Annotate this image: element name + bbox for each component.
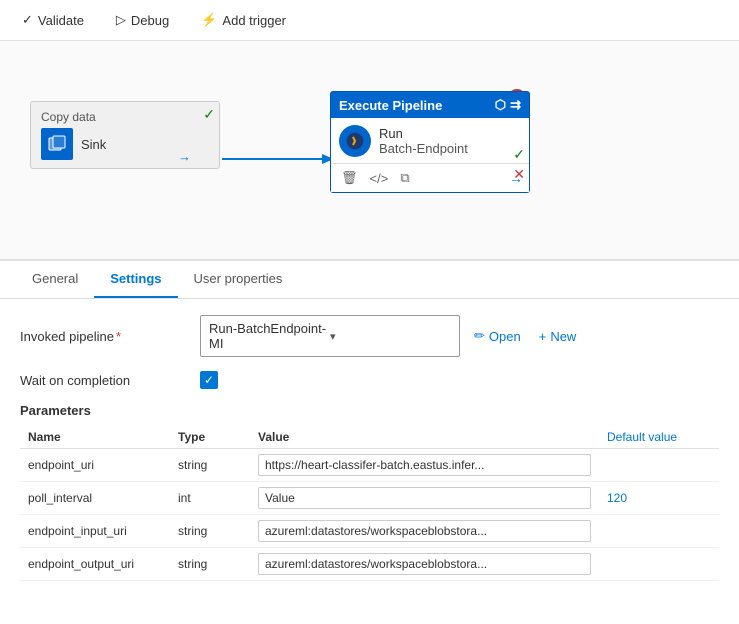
param-value-input[interactable]: azureml:datastores/workspaceblobstora... bbox=[258, 553, 591, 575]
execute-title: Execute Pipeline bbox=[339, 98, 442, 113]
param-type: string bbox=[170, 449, 250, 482]
add-trigger-icon: ⚡ bbox=[201, 12, 217, 28]
param-value-cell: https://heart-classifer-batch.eastus.inf… bbox=[250, 449, 599, 482]
param-value-text: Value bbox=[265, 491, 584, 505]
add-trigger-button[interactable]: ⚡ Add trigger bbox=[195, 8, 292, 32]
table-row: poll_intervalint Value 120 bbox=[20, 482, 719, 515]
execute-node-text: Run Batch-Endpoint bbox=[379, 126, 468, 156]
copy-node-check: ✓ bbox=[203, 106, 215, 123]
execute-body: Run Batch-Endpoint ✓ ✕ bbox=[331, 118, 529, 163]
param-default bbox=[599, 449, 719, 482]
validate-button[interactable]: ✓ Validate bbox=[16, 8, 90, 32]
tabs: General Settings User properties bbox=[0, 261, 739, 299]
wait-completion-checkbox[interactable]: ✓ bbox=[200, 371, 218, 389]
param-value-text: https://heart-classifer-batch.eastus.inf… bbox=[265, 458, 584, 472]
wait-completion-controls: ✓ bbox=[200, 371, 719, 389]
external-link-icon[interactable]: ⬡ bbox=[495, 97, 506, 113]
param-value-input[interactable]: azureml:datastores/workspaceblobstora... bbox=[258, 520, 591, 542]
param-name: endpoint_uri bbox=[20, 449, 170, 482]
delete-node-button[interactable]: 🗑 bbox=[337, 168, 362, 188]
param-value-input[interactable]: Value bbox=[258, 487, 591, 509]
wait-on-completion-row: Wait on completion ✓ bbox=[20, 371, 719, 389]
execute-check: ✓ bbox=[513, 146, 525, 163]
invoked-pipeline-label: Invoked pipeline* bbox=[20, 329, 200, 344]
copy-data-node[interactable]: Copy data Sink ✓ → bbox=[30, 101, 220, 169]
tab-user-properties[interactable]: User properties bbox=[178, 261, 299, 298]
param-value-text: azureml:datastores/workspaceblobstora... bbox=[265, 557, 584, 571]
validate-label: Validate bbox=[38, 13, 84, 28]
copy-node-title: Copy data bbox=[41, 110, 209, 124]
execute-error: ✕ bbox=[513, 166, 525, 183]
code-node-button[interactable]: </> bbox=[366, 169, 393, 188]
dropdown-value: Run-BatchEndpoint-MI bbox=[209, 321, 330, 351]
param-default: 120 bbox=[599, 482, 719, 515]
table-row: endpoint_output_uristring azureml:datasto… bbox=[20, 548, 719, 581]
table-row: endpoint_uristring https://heart-classife… bbox=[20, 449, 719, 482]
param-value-cell: azureml:datastores/workspaceblobstora... bbox=[250, 515, 599, 548]
param-type: string bbox=[170, 548, 250, 581]
chevron-down-icon: ▾ bbox=[330, 330, 451, 343]
parameters-title: Parameters bbox=[20, 403, 719, 418]
open-label: Open bbox=[489, 329, 521, 344]
invoked-pipeline-controls: Run-BatchEndpoint-MI ▾ ✏ Open + New bbox=[200, 315, 719, 357]
param-value-input[interactable]: https://heart-classifer-batch.eastus.inf… bbox=[258, 454, 591, 476]
execute-header-icons: ⬡ ⇉ bbox=[495, 97, 521, 113]
pencil-icon: ✏ bbox=[474, 328, 485, 344]
col-header-name: Name bbox=[20, 426, 170, 449]
col-header-value: Value bbox=[250, 426, 599, 449]
plus-icon: + bbox=[539, 329, 547, 344]
copy-node-arrow-down: → bbox=[178, 149, 191, 164]
invoked-pipeline-dropdown[interactable]: Run-BatchEndpoint-MI ▾ bbox=[200, 315, 460, 357]
copy-node-subtitle: Sink bbox=[81, 137, 106, 152]
open-button[interactable]: ✏ Open bbox=[470, 326, 525, 346]
col-header-type: Type bbox=[170, 426, 250, 449]
new-label: New bbox=[550, 329, 576, 344]
param-name: poll_interval bbox=[20, 482, 170, 515]
pipeline-arrow bbox=[222, 149, 334, 172]
execute-subtitle2: Batch-Endpoint bbox=[379, 141, 468, 156]
param-name: endpoint_input_uri bbox=[20, 515, 170, 548]
execute-icon bbox=[339, 125, 371, 157]
param-name: endpoint_output_uri bbox=[20, 548, 170, 581]
add-trigger-label: Add trigger bbox=[222, 13, 286, 28]
settings-panel: Invoked pipeline* Run-BatchEndpoint-MI ▾… bbox=[0, 299, 739, 597]
execute-actions: 🗑 </> ⧉ → bbox=[331, 163, 529, 192]
parameters-table: Name Type Value Default value endpoint_u… bbox=[20, 426, 719, 581]
execute-header: Execute Pipeline ⬡ ⇉ bbox=[331, 92, 529, 118]
canvas-area: Copy data Sink ✓ → Execute Pipeline ⬡ bbox=[0, 41, 739, 261]
table-row: endpoint_input_uristring azureml:datastor… bbox=[20, 515, 719, 548]
param-value-cell: azureml:datastores/workspaceblobstora... bbox=[250, 548, 599, 581]
param-type: int bbox=[170, 482, 250, 515]
debug-label: Debug bbox=[131, 13, 169, 28]
arrow-svg bbox=[222, 149, 334, 169]
parameters-section: Parameters Name Type Value Default value… bbox=[20, 403, 719, 581]
invoked-pipeline-row: Invoked pipeline* Run-BatchEndpoint-MI ▾… bbox=[20, 315, 719, 357]
param-default bbox=[599, 548, 719, 581]
copy-icon bbox=[41, 128, 73, 160]
expand-icon[interactable]: ⇉ bbox=[510, 97, 521, 113]
new-button[interactable]: + New bbox=[535, 327, 581, 346]
validate-icon: ✓ bbox=[22, 12, 33, 28]
debug-icon: ▷ bbox=[116, 12, 126, 28]
param-value-text: azureml:datastores/workspaceblobstora... bbox=[265, 524, 584, 538]
toolbar: ✓ Validate ▷ Debug ⚡ Add trigger bbox=[0, 0, 739, 41]
copy-node-button[interactable]: ⧉ bbox=[396, 168, 413, 188]
execute-pipeline-node[interactable]: Execute Pipeline ⬡ ⇉ Run Batch-Endpoint … bbox=[330, 91, 530, 193]
param-default bbox=[599, 515, 719, 548]
wait-completion-label: Wait on completion bbox=[20, 373, 200, 388]
param-type: string bbox=[170, 515, 250, 548]
tab-general[interactable]: General bbox=[16, 261, 94, 298]
tab-settings[interactable]: Settings bbox=[94, 261, 177, 298]
debug-button[interactable]: ▷ Debug bbox=[110, 8, 175, 32]
execute-subtitle: Run bbox=[379, 126, 468, 141]
param-value-cell: Value bbox=[250, 482, 599, 515]
col-header-default: Default value bbox=[599, 426, 719, 449]
